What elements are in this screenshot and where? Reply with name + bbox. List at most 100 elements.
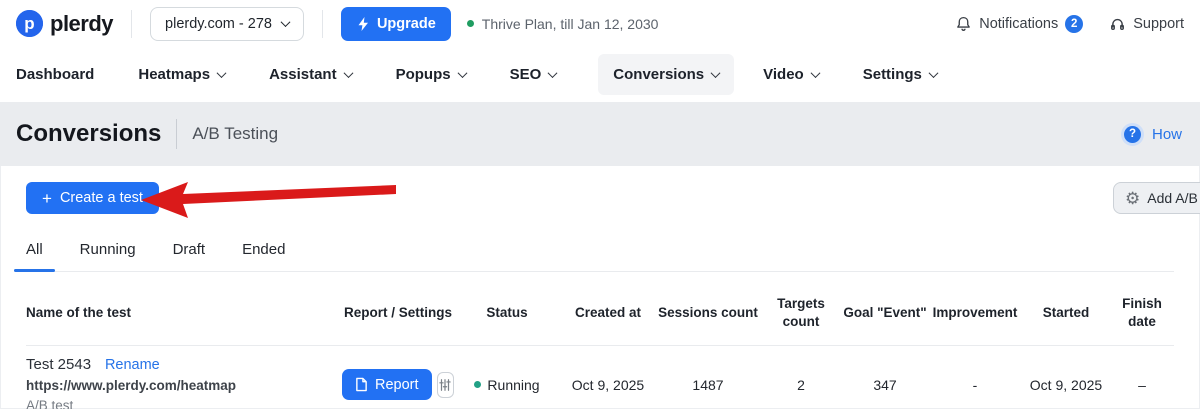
test-name-cell: Test 2543 Rename https://www.plerdy.com/…	[26, 355, 342, 409]
how-link-label: How	[1152, 126, 1182, 143]
nav-item-heatmaps[interactable]: Heatmaps	[138, 54, 225, 95]
app-window: p plerdy plerdy.com - 278 Upgrade Thrive…	[0, 0, 1200, 409]
divider	[322, 10, 323, 38]
col-report-settings: Report / Settings	[342, 304, 454, 322]
nav-label: SEO	[510, 66, 542, 83]
col-targets-count: Targets count	[760, 295, 842, 330]
content-area: + Create a test ⚙ Add A/B c All Running …	[0, 182, 1200, 409]
notifications-button[interactable]: Notifications 2	[955, 15, 1083, 33]
table-row: Test 2543 Rename https://www.plerdy.com/…	[26, 345, 1174, 409]
nav-label: Assistant	[269, 66, 337, 83]
plerdy-logo[interactable]: p plerdy	[16, 10, 113, 37]
goal-event-cell: 347	[842, 377, 928, 393]
support-button[interactable]: Support	[1109, 15, 1184, 33]
started-cell: Oct 9, 2025	[1022, 377, 1110, 393]
gear-icon: ⚙	[1125, 190, 1140, 207]
add-ab-code-label: Add A/B c	[1147, 190, 1200, 206]
toolbar-row: + Create a test ⚙ Add A/B c	[26, 182, 1174, 214]
nav-label: Dashboard	[16, 66, 94, 83]
col-improvement: Improvement	[928, 304, 1022, 322]
plan-status-text: Thrive Plan, till Jan 12, 2030	[482, 16, 659, 32]
test-url: https://www.plerdy.com/heatmap	[26, 377, 342, 395]
report-button[interactable]: Report	[342, 369, 432, 400]
table-header: Name of the test Report / Settings Statu…	[26, 295, 1174, 345]
col-status: Status	[454, 304, 560, 322]
sessions-count-cell: 1487	[656, 377, 760, 393]
test-settings-button[interactable]	[437, 372, 454, 398]
rename-link[interactable]: Rename	[105, 357, 160, 373]
targets-count-cell: 2	[760, 377, 842, 393]
chevron-down-icon	[281, 17, 291, 27]
brand-name: plerdy	[50, 11, 113, 37]
topbar-right: Notifications 2 Support	[955, 15, 1184, 33]
create-test-button[interactable]: + Create a test	[26, 182, 159, 214]
chevron-down-icon	[711, 68, 721, 78]
page-header: Conversions A/B Testing ? How	[0, 102, 1200, 166]
chevron-down-icon	[343, 68, 353, 78]
add-ab-code-button[interactable]: ⚙ Add A/B c	[1113, 182, 1200, 214]
nav-item-settings[interactable]: Settings	[863, 54, 937, 95]
chevron-down-icon	[217, 68, 227, 78]
main-nav: Dashboard Heatmaps Assistant Popups SEO …	[0, 47, 1200, 102]
create-test-label: Create a test	[60, 190, 143, 206]
tab-running[interactable]: Running	[80, 241, 136, 271]
nav-item-assistant[interactable]: Assistant	[269, 54, 352, 95]
support-label: Support	[1133, 16, 1184, 32]
nav-item-conversions[interactable]: Conversions	[598, 54, 734, 95]
col-finish-date: Finish date	[1110, 295, 1174, 330]
test-name: Test 2543	[26, 356, 91, 373]
nav-label: Popups	[396, 66, 451, 83]
report-label: Report	[375, 377, 419, 393]
plus-icon: +	[42, 190, 52, 207]
col-created-at: Created at	[560, 304, 656, 322]
divider	[131, 10, 132, 38]
running-status-dot-icon	[474, 381, 481, 388]
tab-all[interactable]: All	[26, 241, 43, 271]
upgrade-button[interactable]: Upgrade	[341, 7, 451, 41]
nav-label: Settings	[863, 66, 922, 83]
plan-status: Thrive Plan, till Jan 12, 2030	[467, 16, 659, 32]
plerdy-logo-icon: p	[16, 10, 43, 37]
tab-draft[interactable]: Draft	[173, 241, 206, 271]
project-selector-dropdown[interactable]: plerdy.com - 278	[150, 7, 304, 41]
upgrade-label: Upgrade	[377, 16, 436, 32]
nav-item-popups[interactable]: Popups	[396, 54, 466, 95]
notifications-badge: 2	[1065, 15, 1083, 33]
document-icon	[355, 377, 368, 392]
nav-label: Conversions	[613, 66, 704, 83]
filter-tabs: All Running Draft Ended	[26, 241, 1174, 272]
page-subtitle: A/B Testing	[192, 124, 278, 144]
sliders-icon	[438, 378, 452, 392]
chevron-down-icon	[928, 68, 938, 78]
col-started: Started	[1022, 304, 1110, 322]
status-label: Running	[487, 377, 539, 393]
help-icon: ?	[1124, 126, 1141, 143]
chevron-down-icon	[457, 68, 467, 78]
test-type: A/B test	[26, 397, 342, 409]
red-arrow-annotation-icon	[138, 178, 400, 220]
bell-icon	[955, 15, 972, 33]
status-cell: Running	[454, 377, 560, 393]
how-it-works-link[interactable]: ? How	[1124, 126, 1184, 143]
report-settings-cell: Report	[342, 369, 454, 400]
notifications-label: Notifications	[979, 16, 1058, 32]
finish-date-cell: –	[1110, 377, 1174, 393]
nav-item-video[interactable]: Video	[763, 54, 819, 95]
created-at-cell: Oct 9, 2025	[560, 377, 656, 393]
col-sessions-count: Sessions count	[656, 304, 760, 322]
divider	[176, 119, 177, 149]
col-goal-event: Goal "Event"	[842, 304, 928, 322]
plan-status-dot-icon	[467, 20, 474, 27]
page-title: Conversions	[16, 120, 161, 148]
chevron-down-icon	[810, 68, 820, 78]
improvement-cell: -	[928, 377, 1022, 393]
nav-item-dashboard[interactable]: Dashboard	[16, 54, 94, 95]
tab-ended[interactable]: Ended	[242, 241, 285, 271]
chevron-down-icon	[548, 68, 558, 78]
col-name: Name of the test	[26, 304, 342, 322]
topbar: p plerdy plerdy.com - 278 Upgrade Thrive…	[0, 0, 1200, 47]
nav-item-seo[interactable]: SEO	[510, 54, 557, 95]
headset-icon	[1109, 15, 1126, 33]
project-selector-value: plerdy.com - 278	[165, 16, 272, 32]
nav-label: Video	[763, 66, 804, 83]
